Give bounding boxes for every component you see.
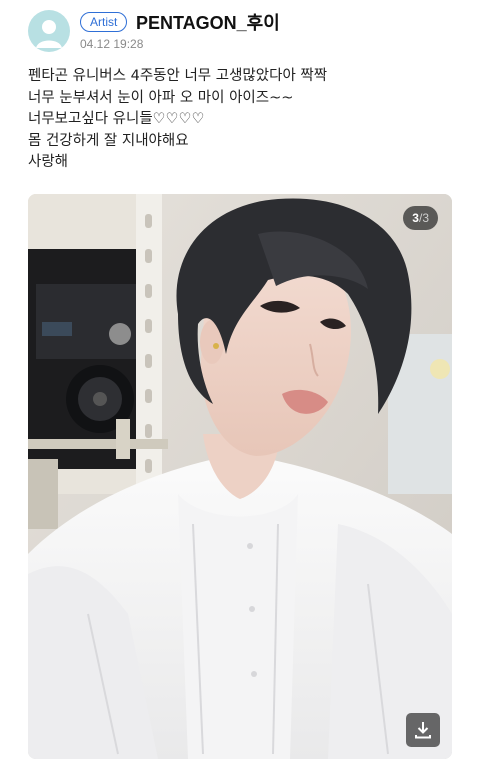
- selfie-photo-image: [28, 194, 452, 759]
- artist-badge: Artist: [80, 12, 128, 32]
- post-text-line: 몸 건강하게 잘 지내야해요: [28, 132, 189, 149]
- post-photo[interactable]: 3/3: [28, 194, 452, 759]
- author-name[interactable]: PENTAGON_후이: [136, 9, 280, 35]
- default-avatar-icon: [36, 20, 62, 48]
- download-button[interactable]: [406, 713, 440, 747]
- post-text-line: 펜타곤 유니버스 4주동안 너무 고생많았다아 짝짝: [28, 68, 328, 84]
- current-page: 3: [412, 211, 419, 225]
- download-icon: [415, 722, 431, 739]
- post-text-line: 너무 눈부셔서 눈이 아파 오 마이 아이즈~~: [28, 89, 294, 106]
- post-timestamp: 04.12 19:28: [80, 37, 144, 51]
- total-pages: 3: [422, 211, 429, 225]
- post-text-line: 너무보고싶다 유니들♡♡♡♡: [28, 111, 205, 127]
- post-header: Artist PENTAGON_후이 04.12 19:28: [0, 0, 480, 60]
- post-text: 펜타곤 유니버스 4주동안 너무 고생많았다아 짝짝 너무 눈부셔서 눈이 아파…: [28, 66, 458, 174]
- photo-page-counter: 3/3: [403, 206, 438, 230]
- author-avatar[interactable]: [28, 10, 70, 52]
- post-text-line: 사랑해: [28, 154, 69, 170]
